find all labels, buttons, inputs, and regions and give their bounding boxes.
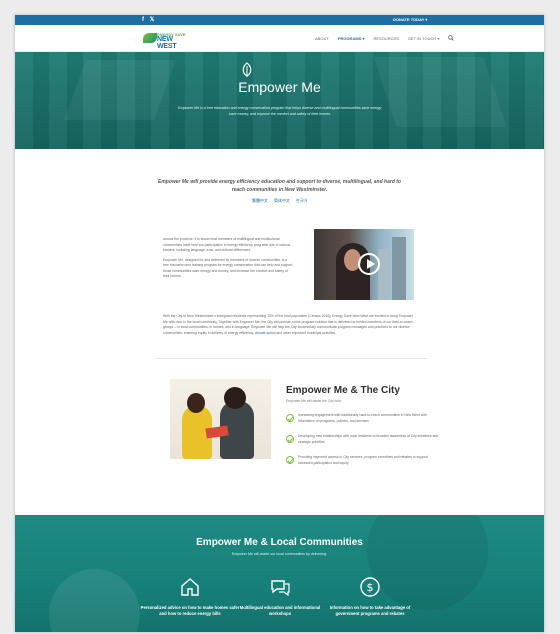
nav-item-programs[interactable]: PROGRAMS ▾	[338, 36, 365, 41]
intro-section: Empower Me will provide energy efficienc…	[15, 178, 544, 204]
communities-subtitle: Empower Me will assist our local communi…	[231, 552, 328, 556]
body-paragraph-3: With the City of New Westminster's immig…	[163, 314, 414, 335]
body-paragraph-2: Empower Me, designed for and delivered b…	[163, 257, 293, 279]
list-item: Increasing engagement with traditionally…	[286, 413, 446, 432]
top-bar: f 𝕏 DONATE TODAY ▾	[15, 15, 544, 25]
communities-title: Empower Me & Local Communities	[196, 537, 363, 548]
language-link-traditional-chinese[interactable]: 繁體中文	[252, 198, 268, 204]
logo-leaf-icon	[143, 33, 157, 43]
check-circle-icon	[286, 414, 294, 422]
check-circle-icon	[286, 435, 294, 443]
feature-workshops: Multilingual education and informational…	[230, 575, 330, 618]
site-logo[interactable]: ENERGY SAVE NEW WEST	[143, 31, 187, 50]
divider	[155, 358, 427, 359]
list-item: Developing new relationships with local …	[286, 434, 446, 453]
two-women-reading-image	[170, 379, 271, 459]
donate-link[interactable]: DONATE TODAY ▾	[393, 17, 427, 22]
body-text-column: Across the province, it is known that me…	[163, 237, 293, 284]
local-communities-section: Empower Me & Local Communities Empower M…	[15, 515, 544, 632]
main-nav: ENERGY SAVE NEW WEST ABOUT PROGRAMS ▾ RE…	[15, 25, 544, 52]
social-icons[interactable]: f 𝕏	[142, 16, 157, 23]
hero-title: Empower Me	[238, 79, 321, 95]
leaf-icon	[242, 62, 252, 77]
city-benefits-list: Increasing engagement with traditionally…	[286, 413, 446, 476]
city-section-title: Empower Me & The City	[286, 385, 400, 396]
home-icon	[178, 575, 202, 599]
browser-page: f 𝕏 DONATE TODAY ▾ ENERGY SAVE NEW WEST …	[15, 15, 544, 632]
climate-action-link[interactable]: climate action	[255, 331, 276, 335]
language-link-korean[interactable]: 한국어	[296, 198, 307, 204]
list-item: Providing improved access to City servic…	[286, 455, 446, 474]
hero-banner: Empower Me Empower Me is a free educatio…	[15, 52, 544, 149]
feature-personalized-advice: Personalized advice on how to make homes…	[140, 575, 240, 618]
svg-text:$: $	[367, 581, 374, 594]
check-circle-icon	[286, 456, 294, 464]
hero-description: Empower Me is a free education and energ…	[178, 106, 382, 116]
search-icon[interactable]	[448, 35, 455, 42]
logo-text-bottom: NEW WEST	[157, 36, 177, 50]
nav-menu: ABOUT PROGRAMS ▾ RESOURCES GET IN TOUCH …	[315, 35, 455, 42]
nav-item-resources[interactable]: RESOURCES	[373, 36, 398, 41]
dollar-icon: $	[358, 575, 382, 599]
language-link-simplified-chinese[interactable]: 简体中文	[274, 198, 290, 204]
nav-item-about[interactable]: ABOUT	[315, 36, 329, 41]
play-icon[interactable]	[358, 253, 380, 275]
feature-government-programs: $ Information on how to take advantage o…	[320, 575, 420, 618]
language-links: 繁體中文 简体中文 한국어	[15, 198, 544, 204]
nav-item-get-in-touch[interactable]: GET IN TOUCH ▾	[408, 36, 440, 41]
chat-icon	[268, 575, 292, 599]
intro-lead: Empower Me will provide energy efficienc…	[157, 179, 401, 193]
video-player[interactable]	[314, 229, 414, 300]
body-paragraph-1: Across the province, it is known that me…	[163, 237, 291, 252]
city-section-subtitle: Empower Me will assist the City with:	[286, 399, 342, 403]
